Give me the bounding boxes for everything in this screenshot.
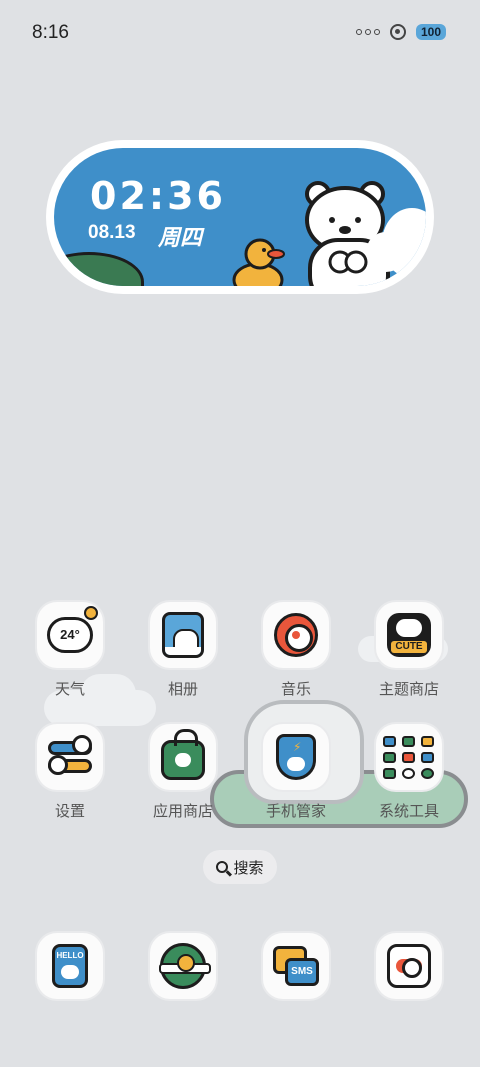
widget-weekday: 周四 bbox=[158, 225, 203, 250]
system-tools-folder-icon bbox=[381, 729, 437, 785]
phone-manager-icon-tile: ⚡ bbox=[263, 724, 329, 790]
more-dots-icon bbox=[355, 29, 380, 35]
browser-icon-tile bbox=[150, 933, 216, 999]
app-label: 天气 bbox=[54, 681, 85, 698]
phone-icon: HELLO bbox=[52, 944, 88, 988]
app-label: 相册 bbox=[167, 681, 198, 698]
search-icon bbox=[216, 861, 229, 873]
app-store-icon-tile bbox=[150, 724, 216, 790]
cloud-decoration bbox=[366, 232, 406, 272]
hill-decoration bbox=[54, 252, 144, 286]
duck-icon bbox=[84, 606, 98, 620]
clock-widget[interactable]: 02:36 08.13 周四 bbox=[46, 140, 434, 294]
app-music[interactable]: 音乐 bbox=[248, 602, 344, 699]
phone-manager-icon: ⚡ bbox=[276, 734, 316, 780]
dock-phone[interactable]: HELLO bbox=[22, 933, 118, 999]
app-label: 系统工具 bbox=[378, 803, 439, 820]
camera-icon bbox=[387, 944, 431, 988]
weather-icon: 24° bbox=[47, 606, 98, 653]
theme-store-icon: CUTE bbox=[387, 613, 431, 657]
widget-date: 08.13 bbox=[88, 222, 136, 243]
folder-system-tools[interactable]: 系统工具 bbox=[361, 724, 457, 821]
sms-icon: SMS bbox=[273, 946, 319, 986]
app-phone-manager[interactable]: ⚡ 手机管家 bbox=[248, 724, 344, 821]
sms-label: SMS bbox=[285, 958, 319, 986]
settings-icon bbox=[48, 735, 92, 777]
app-weather[interactable]: 24° 天气 bbox=[22, 602, 118, 699]
system-tools-folder-tile bbox=[376, 724, 442, 790]
hotspot-icon bbox=[389, 24, 406, 40]
search-label: 搜索 bbox=[233, 859, 264, 877]
settings-icon-tile bbox=[37, 724, 103, 790]
app-label: 音乐 bbox=[280, 681, 311, 698]
duck-icon bbox=[232, 238, 285, 286]
app-label: 手机管家 bbox=[265, 803, 326, 820]
cute-badge: CUTE bbox=[391, 641, 427, 653]
weather-temperature: 24° bbox=[60, 627, 80, 642]
battery-indicator: 100 bbox=[415, 24, 446, 40]
widget-time: 02:36 bbox=[90, 174, 226, 218]
dock-messages[interactable]: SMS bbox=[248, 933, 344, 999]
hello-label: HELLO bbox=[56, 951, 84, 960]
app-label: 设置 bbox=[54, 803, 85, 820]
app-store-icon bbox=[161, 729, 205, 780]
phone-icon-tile: HELLO bbox=[37, 933, 103, 999]
status-time: 8:16 bbox=[32, 22, 69, 43]
music-icon-tile bbox=[263, 602, 329, 668]
app-settings[interactable]: 设置 bbox=[22, 724, 118, 821]
browser-icon bbox=[159, 943, 211, 989]
search-button[interactable]: 搜索 bbox=[203, 850, 277, 884]
gallery-icon-tile bbox=[150, 602, 216, 668]
app-gallery[interactable]: 相册 bbox=[135, 602, 231, 699]
app-theme-store[interactable]: CUTE 主题商店 bbox=[361, 602, 457, 699]
sms-icon-tile: SMS bbox=[263, 933, 329, 999]
lightning-icon: ⚡ bbox=[293, 740, 302, 754]
app-app-store[interactable]: 应用商店 bbox=[135, 724, 231, 821]
status-icons: 100 bbox=[355, 24, 446, 40]
status-bar: 8:16 100 bbox=[0, 0, 480, 70]
dock-camera[interactable] bbox=[361, 933, 457, 999]
camera-icon-tile bbox=[376, 933, 442, 999]
gallery-icon bbox=[162, 612, 204, 658]
app-label: 应用商店 bbox=[152, 803, 213, 820]
clock-widget-scene: 02:36 08.13 周四 bbox=[54, 148, 426, 286]
theme-store-icon-tile: CUTE bbox=[376, 602, 442, 668]
weather-icon-tile: 24° bbox=[37, 602, 103, 668]
music-icon bbox=[274, 613, 318, 657]
app-label: 主题商店 bbox=[378, 681, 439, 698]
dock-browser[interactable] bbox=[135, 933, 231, 999]
